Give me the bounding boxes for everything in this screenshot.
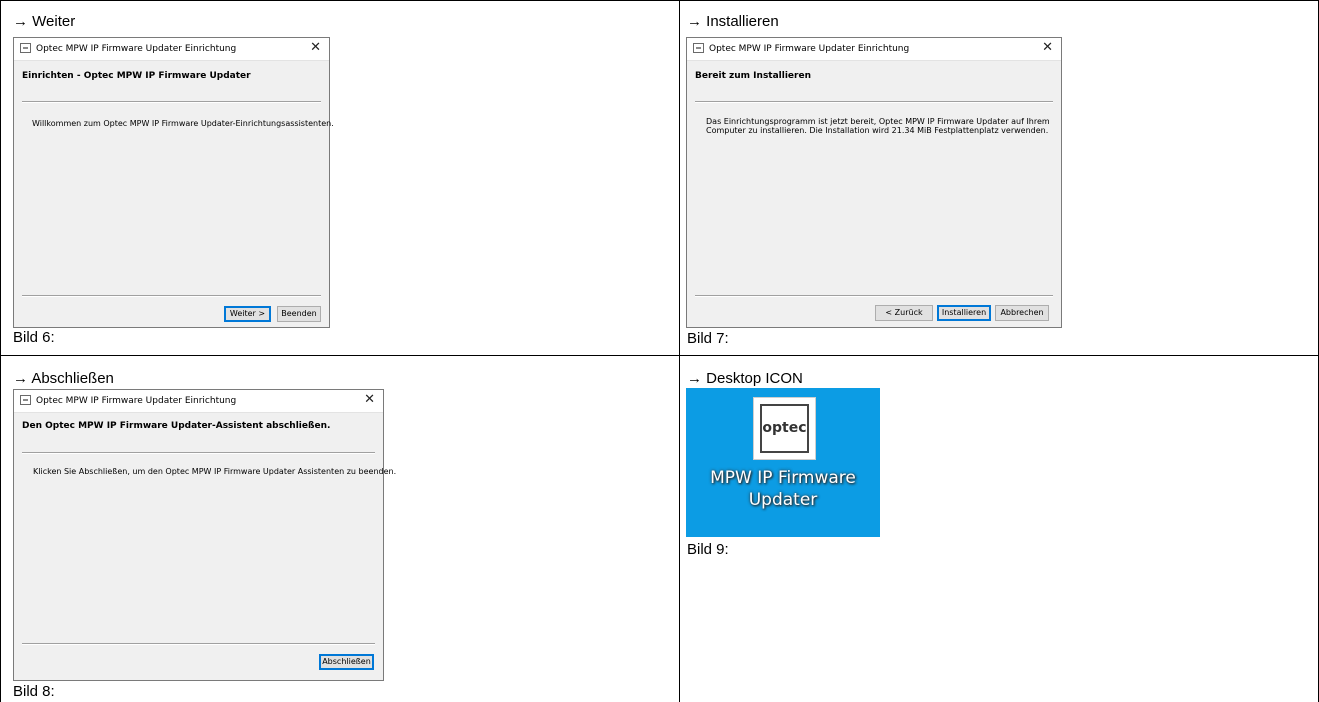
optec-app-icon[interactable]: optec [753,397,816,460]
cancel-button[interactable]: Abbrechen [995,305,1049,321]
footer-separator [22,295,321,297]
table-border-left [0,0,1,702]
table-border-top [0,0,1319,1]
finish-button[interactable]: Abschließen [319,654,374,670]
close-icon[interactable]: ✕ [310,40,321,56]
footer-separator [695,295,1053,297]
optec-logo: optec [762,420,807,436]
install-button[interactable]: Installieren [937,305,991,321]
caption-bild-7: Bild 7: [687,330,729,347]
dialog-titlebar: Optec MPW IP Firmware Updater Einrichtun… [14,390,383,413]
back-button[interactable]: < Zurück [875,305,933,321]
close-icon[interactable]: ✕ [364,392,375,408]
dialog-titlebar: Optec MPW IP Firmware Updater Einrichtun… [14,38,329,61]
page-heading: Einrichten - Optec MPW IP Firmware Updat… [22,71,251,81]
app-icon [693,43,704,53]
header-separator [695,101,1053,103]
quit-button[interactable]: Beenden [277,306,321,322]
finish-text: Klicken Sie Abschließen, um den Optec MP… [33,467,397,476]
cell-heading-abschliessen: → Abschließen [13,370,114,387]
close-icon[interactable]: ✕ [1042,40,1053,56]
header-separator [22,101,321,103]
next-button[interactable]: Weiter > [224,306,271,322]
ready-text-line-2: Computer zu installieren. Die Installati… [706,126,1049,135]
desktop-background: optec MPW IP Firmware Updater [686,388,880,537]
cell-heading-installieren: → Installieren [687,13,779,30]
caption-bild-8: Bild 8: [13,683,55,700]
page-heading: Bereit zum Installieren [695,71,811,81]
installer-dialog-finish: Optec MPW IP Firmware Updater Einrichtun… [13,389,396,681]
installer-dialog-welcome: Optec MPW IP Firmware Updater Einrichtun… [13,37,334,328]
installer-dialog-ready: Optec MPW IP Firmware Updater Einrichtun… [686,37,1062,328]
cell-heading-weiter: → Weiter [13,13,76,30]
welcome-text: Willkommen zum Optec MPW IP Firmware Upd… [32,119,334,128]
footer-separator [22,643,375,645]
dialog-titlebar: Optec MPW IP Firmware Updater Einrichtun… [687,38,1061,61]
page-heading: Den Optec MPW IP Firmware Updater-Assist… [22,421,331,431]
caption-bild-6: Bild 6: [13,329,55,346]
table-row-divider [0,355,1319,356]
dialog-title: Optec MPW IP Firmware Updater Einrichtun… [36,44,237,54]
table-column-divider [679,0,680,702]
header-separator [22,452,375,454]
dialog-title: Optec MPW IP Firmware Updater Einrichtun… [36,396,237,406]
cell-heading-desktop-icon: → Desktop ICON [687,370,803,387]
app-icon [20,43,31,53]
dialog-title: Optec MPW IP Firmware Updater Einrichtun… [709,44,910,54]
caption-bild-9: Bild 9: [687,541,729,558]
desktop-icon-label-line-1[interactable]: MPW IP Firmware [686,468,880,488]
desktop-icon-label-line-2[interactable]: Updater [686,490,880,510]
app-icon [20,395,31,405]
